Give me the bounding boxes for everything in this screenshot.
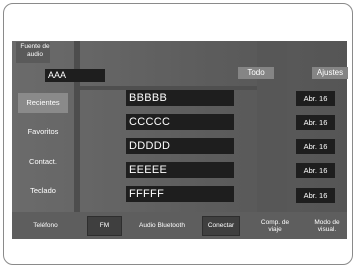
infotainment-screen: Fuente de audio AAA Todo Ajustes Recient… (12, 41, 348, 239)
list-item-date: Abr. 16 (296, 139, 335, 154)
list-item-date: Abr. 16 (296, 115, 335, 130)
divider (74, 41, 80, 212)
phone-button[interactable]: Teléfono (18, 216, 73, 236)
fm-button[interactable]: FM (87, 216, 122, 236)
side-item-contacts[interactable]: Contact. (18, 152, 68, 172)
settings-button[interactable]: Ajustes (312, 67, 348, 79)
bluetooth-audio-button[interactable]: Audio Bluetooth (137, 216, 187, 236)
side-item-recent[interactable]: Recientes (18, 93, 68, 113)
trip-computer-button[interactable]: Comp. de viaje (256, 216, 294, 236)
side-item-keypad[interactable]: Teclado (18, 181, 68, 201)
list-item-name[interactable]: DDDDD (126, 138, 234, 154)
list-item-date: Abr. 16 (296, 188, 335, 203)
display-mode-button[interactable]: Modo de visual. (308, 216, 346, 236)
list-item-name[interactable]: EEEEE (126, 162, 234, 178)
list-item-date: Abr. 16 (296, 163, 335, 178)
all-button[interactable]: Todo (238, 67, 274, 79)
connect-button[interactable]: Conectar (202, 216, 240, 236)
side-item-favorites[interactable]: Favoritos (18, 122, 68, 142)
audio-source-value: AAA (45, 69, 105, 82)
list-item-name[interactable]: FFFFF (126, 186, 234, 202)
audio-source-label: Fuente de audio (20, 43, 50, 58)
list-item-name[interactable]: CCCCC (126, 114, 234, 130)
list-item-date: Abr. 16 (296, 91, 335, 106)
list-item-name[interactable]: BBBBB (126, 90, 234, 106)
